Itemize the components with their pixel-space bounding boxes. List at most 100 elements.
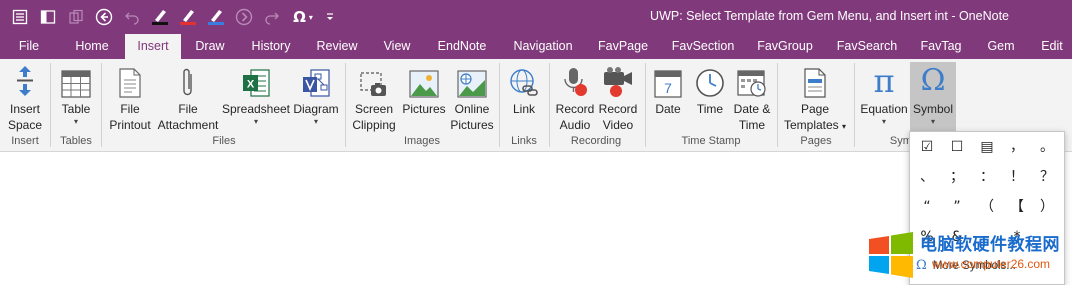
group-label-links: Links bbox=[511, 135, 537, 147]
screen-clipping-button[interactable]: Screen Clipping bbox=[349, 62, 399, 133]
copy-icon[interactable] bbox=[64, 5, 88, 29]
symbol-item[interactable]: ☐ bbox=[944, 136, 970, 158]
group-separator bbox=[101, 63, 102, 147]
table-label: Table bbox=[61, 102, 91, 116]
blue-pen-icon[interactable] bbox=[204, 5, 228, 29]
spreadsheet-label: Spreadsheet bbox=[221, 102, 291, 116]
link-button[interactable]: Link bbox=[503, 62, 545, 117]
group-label-pages: Pages bbox=[800, 135, 832, 147]
pictures-button[interactable]: Pictures bbox=[400, 62, 448, 117]
tab-favtag[interactable]: FavTag bbox=[915, 34, 967, 59]
record-audio-button[interactable]: Record Audio bbox=[553, 62, 597, 133]
record-video-button[interactable]: Record Video bbox=[597, 62, 639, 133]
date-button[interactable]: 7 Date bbox=[650, 62, 686, 117]
table-dropdown-arrow: ▾ bbox=[73, 117, 78, 126]
tab-history[interactable]: History bbox=[244, 34, 298, 59]
spreadsheet-button[interactable]: X Spreadsheet ▾ bbox=[222, 62, 290, 127]
svg-text:7: 7 bbox=[664, 80, 672, 96]
symbol-item[interactable]: ） bbox=[1034, 196, 1060, 218]
symbol-item[interactable]: 、 bbox=[914, 166, 940, 188]
symbol-item[interactable]: ▤ bbox=[974, 136, 1000, 158]
symbol-item[interactable]: 。 bbox=[1034, 136, 1060, 158]
symbol-item[interactable]: 【 bbox=[1004, 196, 1030, 218]
date-time-icon bbox=[737, 62, 767, 98]
symbol-item[interactable]: （ bbox=[974, 196, 1000, 218]
tab-review[interactable]: Review bbox=[311, 34, 363, 59]
table-button[interactable]: Table ▾ bbox=[54, 62, 98, 127]
group-separator bbox=[777, 63, 778, 147]
tab-favsection[interactable]: FavSection bbox=[668, 34, 738, 59]
page-templates-button[interactable]: Page Templates ▾ bbox=[782, 62, 848, 135]
tab-file[interactable]: File bbox=[9, 34, 49, 59]
tab-view[interactable]: View bbox=[377, 34, 417, 59]
symbol-item[interactable]: ： bbox=[974, 166, 1000, 188]
redo-icon[interactable] bbox=[260, 5, 284, 29]
group-label-tables: Tables bbox=[60, 135, 92, 147]
online-pictures-label-1: Online bbox=[454, 102, 490, 116]
video-camera-icon bbox=[602, 62, 634, 98]
watermark: 电脑软硬件教程网 www.computer26.com bbox=[862, 226, 1072, 285]
time-button[interactable]: Time bbox=[690, 62, 730, 117]
file-attachment-button[interactable]: File Attachment bbox=[155, 62, 221, 133]
group-label-files: Files bbox=[212, 135, 236, 147]
tab-edit[interactable]: Edit bbox=[1036, 34, 1068, 59]
omega-glyph: Ω bbox=[920, 63, 946, 98]
page-templates-label-1: Page bbox=[800, 102, 830, 116]
group-separator bbox=[50, 63, 51, 147]
record-audio-label-1: Record bbox=[555, 102, 595, 116]
insert-space-button[interactable]: Insert Space bbox=[3, 62, 47, 133]
excel-letter: X bbox=[247, 79, 255, 91]
menu-icon[interactable] bbox=[8, 5, 32, 29]
symbol-item[interactable]: ” bbox=[944, 196, 970, 218]
ribbon-tabs: File Home Insert Draw History Review Vie… bbox=[0, 34, 1072, 59]
diagram-dropdown-arrow: ▾ bbox=[313, 117, 318, 126]
screen-clipping-label-2: Clipping bbox=[352, 118, 396, 132]
tab-insert[interactable]: Insert bbox=[125, 34, 181, 59]
equation-label: Equation bbox=[860, 102, 908, 116]
equation-button[interactable]: π Equation ▾ bbox=[858, 62, 910, 127]
page-templates-label-2: Templates ▾ bbox=[784, 117, 846, 135]
tab-draw[interactable]: Draw bbox=[188, 34, 232, 59]
dock-notebook-icon[interactable] bbox=[36, 5, 60, 29]
time-label: Time bbox=[696, 102, 724, 116]
red-pen-icon[interactable] bbox=[176, 5, 200, 29]
diagram-button[interactable]: Diagram ▾ bbox=[291, 62, 341, 127]
date-and-time-button[interactable]: Date & Time bbox=[731, 62, 773, 133]
insert-space-label-1: Insert bbox=[9, 102, 40, 116]
symbol-item[interactable]: ； bbox=[944, 166, 970, 188]
symbol-button[interactable]: Ω Symbol ▾ bbox=[910, 62, 956, 131]
symbol-item[interactable]: ！ bbox=[1004, 166, 1030, 188]
tab-favgroup[interactable]: FavGroup bbox=[753, 34, 817, 59]
symbol-item[interactable]: ， bbox=[1004, 136, 1030, 158]
tab-navigation[interactable]: Navigation bbox=[507, 34, 579, 59]
record-video-label-1: Record bbox=[598, 102, 638, 116]
online-pictures-button[interactable]: Online Pictures bbox=[449, 62, 495, 133]
tab-endnote[interactable]: EndNote bbox=[432, 34, 492, 59]
tab-home[interactable]: Home bbox=[68, 34, 116, 59]
omega-symbol-icon[interactable]: Ω ▾ bbox=[288, 5, 318, 29]
tab-gem[interactable]: Gem bbox=[981, 34, 1021, 59]
qat-omega: Ω bbox=[293, 8, 306, 26]
undo-icon[interactable] bbox=[120, 5, 144, 29]
file-printout-button[interactable]: File Printout bbox=[106, 62, 154, 133]
symbol-item[interactable]: ☑ bbox=[914, 136, 940, 158]
symbol-item[interactable]: “ bbox=[914, 196, 940, 218]
tab-favsearch[interactable]: FavSearch bbox=[833, 34, 901, 59]
pictures-icon bbox=[409, 62, 439, 98]
symbol-item[interactable]: ？ bbox=[1034, 166, 1060, 188]
customize-qat-icon[interactable] bbox=[322, 5, 338, 29]
clock-icon bbox=[695, 62, 725, 98]
page-templates-icon bbox=[802, 62, 828, 98]
link-icon bbox=[509, 62, 539, 98]
back-icon[interactable] bbox=[92, 5, 116, 29]
group-label-insert: Insert bbox=[11, 135, 39, 147]
black-pen-icon[interactable] bbox=[148, 5, 172, 29]
file-printout-label-2: Printout bbox=[109, 118, 151, 132]
group-label-recording: Recording bbox=[570, 135, 622, 147]
forward-icon[interactable] bbox=[232, 5, 256, 29]
tab-favpage[interactable]: FavPage bbox=[593, 34, 653, 59]
group-label-images: Images bbox=[403, 135, 441, 147]
online-pictures-label-2: Pictures bbox=[450, 118, 494, 132]
file-attachment-label-1: File bbox=[178, 102, 198, 116]
paperclip-icon bbox=[181, 62, 195, 98]
